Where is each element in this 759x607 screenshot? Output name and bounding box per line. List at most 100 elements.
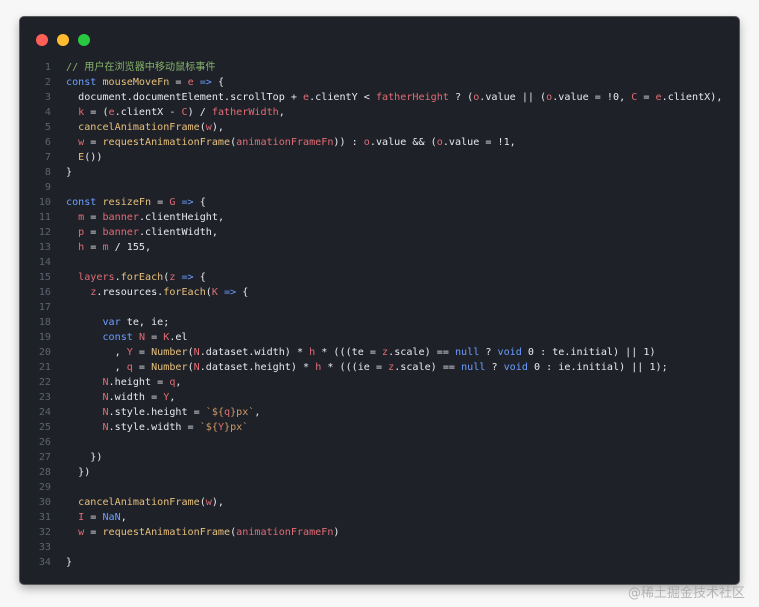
code-line: 19 const N = K.el — [20, 330, 739, 345]
code-line: 17 — [20, 300, 739, 315]
line-number: 14 — [38, 257, 51, 268]
line-number: 13 — [38, 242, 51, 253]
line-content: // 用户在浏览器中移动鼠标事件 — [66, 60, 215, 75]
code-token: }) — [66, 452, 103, 463]
line-content: E()) — [66, 150, 102, 165]
code-token: .resources. — [96, 287, 164, 298]
code-token: .dataset.width) * — [199, 347, 310, 358]
code-token: => — [181, 197, 194, 208]
code-token: 0 : te.initial) || 1) — [521, 347, 656, 358]
line-content: p = banner.clientWidth, — [66, 225, 218, 240]
code-token: ? — [485, 362, 504, 373]
line-number: 21 — [38, 362, 51, 373]
line-number: 11 — [38, 212, 51, 223]
code-line: 29 — [20, 480, 739, 495]
line-content: N.width = Y, — [66, 390, 175, 405]
code-token: .clientX), — [661, 92, 723, 103]
code-token: ), — [211, 122, 225, 133]
code-token: resizeFn — [102, 197, 152, 208]
code-token: fatherHeight — [375, 92, 449, 103]
line-content: m = banner.clientHeight, — [66, 210, 224, 225]
code-token: void — [503, 362, 528, 373]
code-token: = — [132, 362, 152, 373]
code-token: Number — [151, 362, 188, 373]
code-token: ) — [333, 527, 340, 538]
line-number: 24 — [38, 407, 51, 418]
code-token: }px` — [230, 407, 255, 418]
code-token: .value && ( — [369, 137, 437, 148]
code-line: 11 m = banner.clientHeight, — [20, 210, 739, 225]
line-number: 33 — [38, 542, 51, 553]
close-dot-icon[interactable] — [36, 34, 48, 46]
code-token: const — [102, 332, 139, 343]
code-token: const — [66, 77, 103, 88]
code-token: .width = — [108, 392, 164, 403]
code-token: .dataset.height) * — [199, 362, 316, 373]
code-token: = — [637, 92, 656, 103]
code-token: , — [66, 347, 127, 358]
line-content: const mouseMoveFn = e => { — [66, 75, 224, 90]
maximize-dot-icon[interactable] — [78, 34, 90, 46]
line-number: 29 — [38, 482, 51, 493]
code-token: => — [199, 77, 212, 88]
code-line: 4 k = (e.clientX - C) / fatherWidth, — [20, 105, 739, 120]
code-token: .scale) == — [394, 362, 462, 373]
code-line: 24 N.style.height = `${q}px`, — [20, 405, 739, 420]
code-token: .el — [169, 332, 188, 343]
code-token: `${ — [205, 407, 225, 418]
code-token: ? ( — [448, 92, 474, 103]
code-token: layers — [78, 272, 115, 283]
line-number: 19 — [38, 332, 51, 343]
code-token: // 用户在浏览器中移动鼠标事件 — [66, 62, 216, 73]
code-token: * (((ie = — [321, 362, 389, 373]
code-window: 1 // 用户在浏览器中移动鼠标事件 2 const mouseMoveFn = e … — [20, 17, 739, 584]
code-token: cancelAnimationFrame — [78, 497, 200, 508]
line-number: 15 — [38, 272, 51, 283]
line-number: 17 — [38, 302, 51, 313]
line-number: 26 — [38, 437, 51, 448]
code-line: 28 }) — [20, 465, 739, 480]
code-token: .style.height = — [108, 407, 206, 418]
minimize-dot-icon[interactable] — [57, 34, 69, 46]
code-line: 23 N.width = Y, — [20, 390, 739, 405]
line-number: 18 — [38, 317, 51, 328]
line-number: 28 — [38, 467, 51, 478]
line-content: const N = K.el — [66, 330, 188, 345]
line-content: cancelAnimationFrame(w), — [66, 495, 224, 510]
code-token: ) / — [187, 107, 212, 118]
code-token: , — [175, 377, 182, 388]
code-line: 14 — [20, 255, 739, 270]
code-token: = — [84, 212, 103, 223]
code-token: requestAnimationFrame — [102, 527, 231, 538]
line-content: } — [66, 555, 72, 570]
code-token: }) — [66, 467, 91, 478]
line-content: }) — [66, 465, 90, 480]
code-line: 20 , Y = Number(N.dataset.width) * h * (… — [20, 345, 739, 360]
code-token: = — [151, 197, 170, 208]
code-token: 0 : ie.initial) || 1); — [527, 362, 668, 373]
code-token: = — [84, 527, 103, 538]
code-token: { — [193, 197, 206, 208]
line-number: 31 — [38, 512, 51, 523]
code-token: / 155, — [108, 242, 152, 253]
code-token: = — [84, 137, 103, 148]
code-token: , — [66, 362, 127, 373]
code-token: cancelAnimationFrame — [78, 122, 200, 133]
code-line: 12 p = banner.clientWidth, — [20, 225, 739, 240]
line-number: 10 — [38, 197, 51, 208]
code-token: => — [181, 272, 194, 283]
line-number: 34 — [38, 557, 51, 568]
code-token: null — [461, 362, 486, 373]
line-number: 20 — [38, 347, 51, 358]
code-token: => — [224, 287, 237, 298]
